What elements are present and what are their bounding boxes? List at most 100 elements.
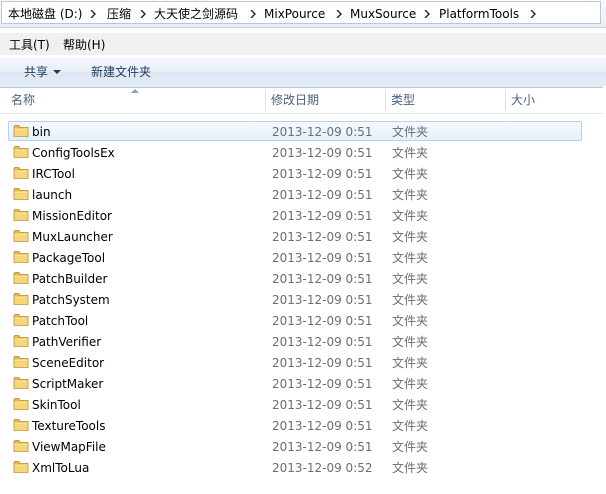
file-name: PatchSystem [32, 293, 110, 307]
file-type: 文件夹 [392, 314, 429, 328]
file-name: ScriptMaker [32, 377, 104, 391]
chevron-right-icon[interactable] [250, 6, 260, 22]
breadcrumb[interactable]: 本地磁盘 (D:) 压缩 大天使之剑源码 MixPource MuxSource… [1, 1, 601, 24]
file-row[interactable]: MissionEditor 2013-12-09 0:51 文件夹 [8, 205, 582, 225]
file-name: PackageTool [32, 251, 106, 265]
folder-icon [13, 271, 29, 285]
new-folder-button[interactable]: 新建文件夹 [91, 64, 151, 80]
breadcrumb-item-compress[interactable]: 压缩 [107, 6, 131, 22]
folder-icon [13, 418, 29, 432]
breadcrumb-item-source[interactable]: 大天使之剑源码 [154, 6, 238, 22]
file-row[interactable]: SceneEditor 2013-12-09 0:51 文件夹 [8, 352, 582, 372]
file-name: MissionEditor [32, 209, 112, 223]
folder-icon [13, 355, 29, 369]
column-header-size[interactable]: 大小 [505, 88, 603, 113]
file-type: 文件夹 [392, 419, 429, 433]
file-modified: 2013-12-09 0:51 [272, 293, 373, 307]
file-name: SkinTool [32, 398, 81, 412]
file-type: 文件夹 [392, 335, 429, 349]
folder-icon [13, 397, 29, 411]
file-modified: 2013-12-09 0:51 [272, 377, 373, 391]
breadcrumb-item-platformtools[interactable]: PlatformTools [439, 6, 519, 22]
file-row[interactable]: PatchSystem 2013-12-09 0:51 文件夹 [8, 289, 582, 309]
file-row[interactable]: IRCTool 2013-12-09 0:51 文件夹 [8, 163, 582, 183]
folder-icon [13, 460, 29, 474]
file-modified: 2013-12-09 0:51 [272, 209, 373, 223]
file-modified: 2013-12-09 0:51 [272, 398, 373, 412]
menu-help[interactable]: 帮助(H) [63, 37, 105, 53]
folder-icon [13, 439, 29, 453]
file-row[interactable]: launch 2013-12-09 0:51 文件夹 [8, 184, 582, 204]
file-name: ViewMapFile [32, 440, 106, 454]
breadcrumb-item-drive[interactable]: 本地磁盘 (D:) [8, 6, 82, 22]
file-type: 文件夹 [392, 377, 429, 391]
file-type: 文件夹 [392, 230, 429, 244]
chevron-right-icon[interactable] [140, 6, 150, 22]
folder-icon [13, 334, 29, 348]
file-type: 文件夹 [392, 146, 429, 160]
folder-icon [13, 145, 29, 159]
file-row[interactable]: ConfigToolsEx 2013-12-09 0:51 文件夹 [8, 142, 582, 162]
file-row[interactable]: ScriptMaker 2013-12-09 0:51 文件夹 [8, 373, 582, 393]
file-modified: 2013-12-09 0:52 [272, 461, 373, 475]
file-modified: 2013-12-09 0:51 [272, 125, 373, 139]
file-row[interactable]: MuxLauncher 2013-12-09 0:51 文件夹 [8, 226, 582, 246]
file-type: 文件夹 [392, 209, 429, 223]
column-header-modified[interactable]: 修改日期 [265, 88, 385, 113]
file-row[interactable]: SkinTool 2013-12-09 0:51 文件夹 [8, 394, 582, 414]
chevron-right-icon[interactable] [90, 6, 100, 22]
chevron-right-icon[interactable] [336, 6, 346, 22]
folder-icon [13, 187, 29, 201]
folder-icon [13, 208, 29, 222]
chevron-right-icon[interactable] [530, 6, 540, 22]
folder-icon [13, 166, 29, 180]
file-type: 文件夹 [392, 188, 429, 202]
menu-tools[interactable]: 工具(T) [9, 37, 50, 53]
chevron-right-icon[interactable] [424, 6, 434, 22]
column-headers: 名称 修改日期 类型 大小 [0, 88, 606, 114]
file-modified: 2013-12-09 0:51 [272, 230, 373, 244]
file-modified: 2013-12-09 0:51 [272, 314, 373, 328]
file-name: SceneEditor [32, 356, 105, 370]
file-row[interactable]: PatchTool 2013-12-09 0:51 文件夹 [8, 310, 582, 330]
file-modified: 2013-12-09 0:51 [272, 419, 373, 433]
column-header-type[interactable]: 类型 [385, 88, 505, 113]
file-type: 文件夹 [392, 167, 429, 181]
file-modified: 2013-12-09 0:51 [272, 272, 373, 286]
file-row[interactable]: bin 2013-12-09 0:51 文件夹 [8, 121, 582, 141]
sort-ascending-icon [131, 89, 139, 93]
folder-icon [13, 313, 29, 327]
file-type: 文件夹 [392, 461, 429, 475]
file-name: PatchTool [32, 314, 89, 328]
file-type: 文件夹 [392, 293, 429, 307]
folder-icon [13, 292, 29, 306]
file-row[interactable]: ViewMapFile 2013-12-09 0:51 文件夹 [8, 436, 582, 456]
breadcrumb-item-mixpource[interactable]: MixPource [264, 6, 325, 22]
share-button[interactable]: 共享 [24, 64, 48, 80]
file-modified: 2013-12-09 0:51 [272, 356, 373, 370]
file-row[interactable]: PatchBuilder 2013-12-09 0:51 文件夹 [8, 268, 582, 288]
address-bar: 本地磁盘 (D:) 压缩 大天使之剑源码 MixPource MuxSource… [0, 0, 606, 28]
file-modified: 2013-12-09 0:51 [272, 440, 373, 454]
file-type: 文件夹 [392, 356, 429, 370]
file-type: 文件夹 [392, 398, 429, 412]
file-row[interactable]: PackageTool 2013-12-09 0:51 文件夹 [8, 247, 582, 267]
chevron-down-icon[interactable] [53, 70, 61, 74]
file-row[interactable]: XmlToLua 2013-12-09 0:52 文件夹 [8, 457, 582, 477]
breadcrumb-item-muxsource[interactable]: MuxSource [350, 6, 416, 22]
file-type: 文件夹 [392, 440, 429, 454]
file-modified: 2013-12-09 0:51 [272, 188, 373, 202]
file-row[interactable]: PathVerifier 2013-12-09 0:51 文件夹 [8, 331, 582, 351]
menu-bar: 工具(T) 帮助(H) [0, 33, 606, 55]
file-name: XmlToLua [32, 461, 90, 475]
file-modified: 2013-12-09 0:51 [272, 335, 373, 349]
folder-icon [13, 376, 29, 390]
folder-icon [13, 250, 29, 264]
file-row[interactable]: TextureTools 2013-12-09 0:51 文件夹 [8, 415, 582, 435]
file-name: launch [32, 188, 73, 202]
file-type: 文件夹 [392, 125, 429, 139]
file-name: PathVerifier [32, 335, 102, 349]
file-name: ConfigToolsEx [32, 146, 115, 160]
file-name: IRCTool [32, 167, 75, 181]
file-name: TextureTools [32, 419, 106, 433]
